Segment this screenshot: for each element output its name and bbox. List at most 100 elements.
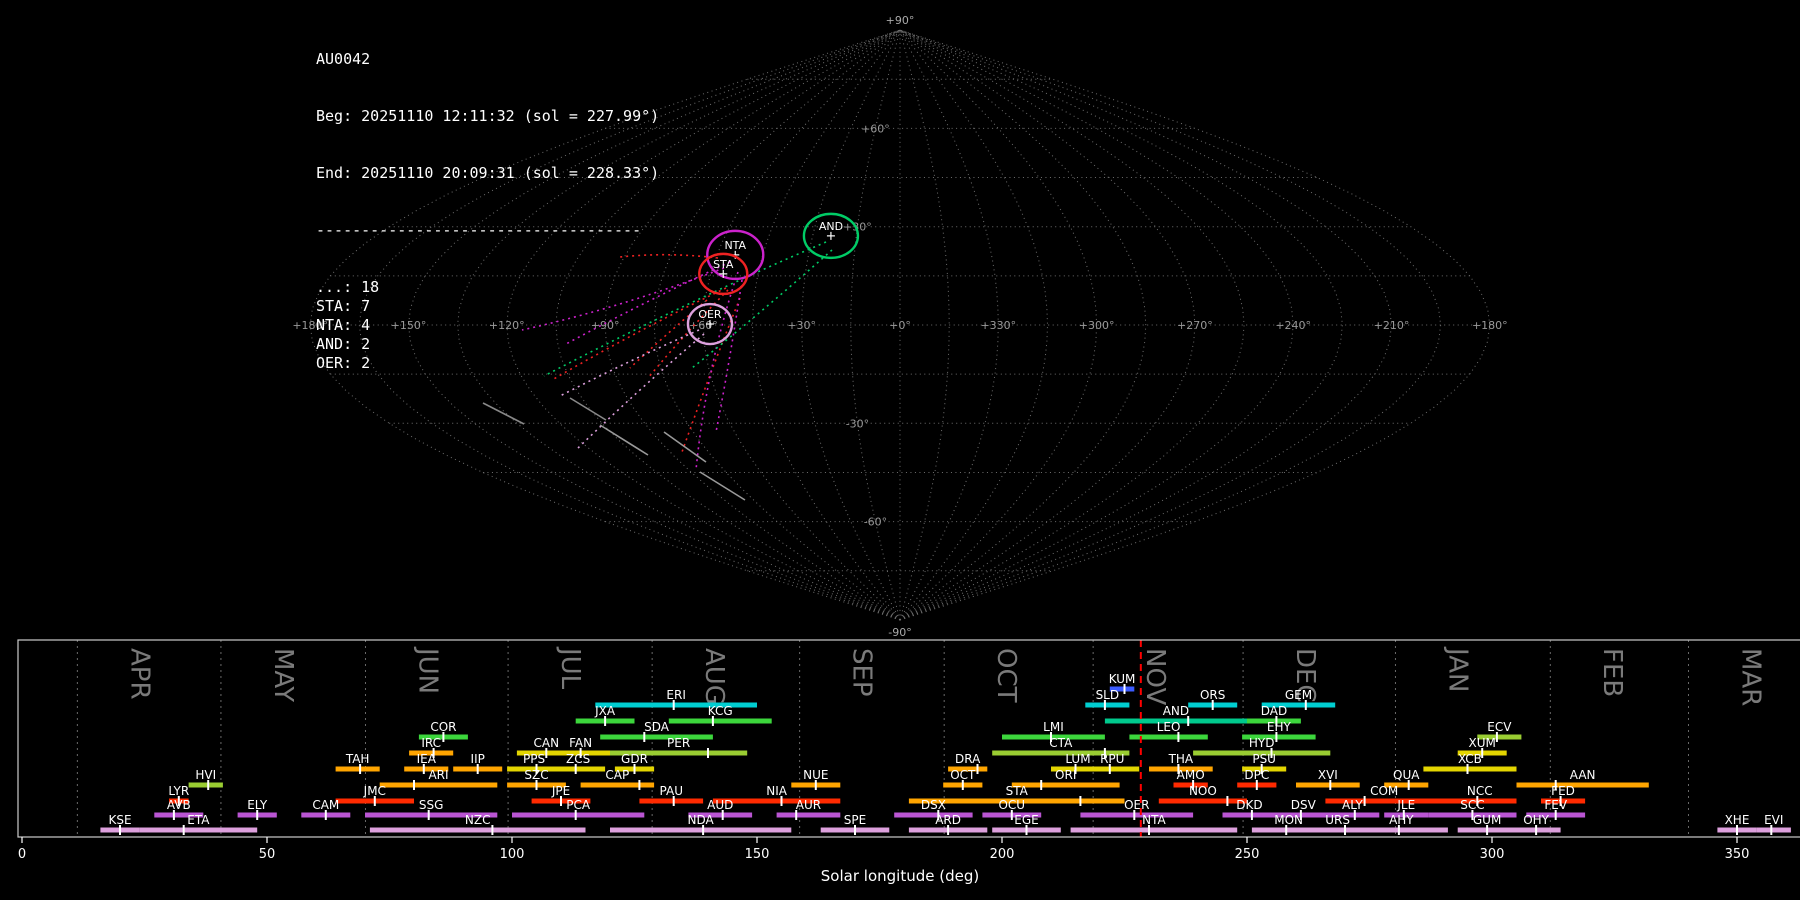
- equator-longitude-label: +300°: [1079, 319, 1115, 332]
- shower-label-PER: PER: [667, 736, 690, 750]
- radiant-label-AND: AND: [819, 220, 843, 233]
- obs-end: End: 20251110 20:09:31 (sol = 228.33°): [316, 164, 660, 182]
- meteor-trail: [695, 271, 739, 471]
- shower-label-MON: MON: [1274, 813, 1303, 827]
- shower-bar-ORI: [1011, 782, 1120, 788]
- north-pole-label: +90°: [886, 14, 915, 27]
- shower-label-SCC: SCC: [1460, 798, 1484, 812]
- x-tick-label: 100: [500, 847, 525, 862]
- shower-label-DRA: DRA: [955, 752, 981, 766]
- shower-label-THA: THA: [1168, 752, 1194, 766]
- shower-bar-NOO: [1158, 798, 1247, 804]
- meteor-trail: [599, 424, 649, 456]
- shower-bar-ERI: [595, 702, 757, 708]
- x-tick-label: 300: [1480, 847, 1505, 862]
- shower-label-AMO: AMO: [1177, 768, 1205, 782]
- shower-label-DAD: DAD: [1261, 704, 1287, 718]
- month-label-JUN: JUN: [412, 646, 442, 694]
- shower-peak-ETA: [182, 825, 185, 835]
- shower-bar-SLD: [1085, 702, 1130, 708]
- shower-count-line: ...: 18: [316, 278, 380, 296]
- shower-bar-MON: [1251, 827, 1326, 833]
- shower-label-LUM: LUM: [1065, 752, 1090, 766]
- shower-label-EHY: EHY: [1267, 720, 1292, 734]
- shower-label-ELY: ELY: [247, 798, 268, 812]
- shower-label-HVI: HVI: [195, 768, 216, 782]
- shower-label-FED: FED: [1551, 784, 1575, 798]
- shower-label-SDA: SDA: [644, 720, 670, 734]
- shower-label-OCT: OCT: [950, 768, 976, 782]
- shower-peak-PER: [707, 748, 709, 758]
- shower-label-EGE: EGE: [1014, 813, 1038, 827]
- shower-label-DSX: DSX: [921, 798, 946, 812]
- shower-label-STA: STA: [1006, 784, 1029, 798]
- month-label-APR: APR: [124, 648, 154, 700]
- meteor-trail: [699, 471, 746, 501]
- latitude-label: +60°: [861, 122, 890, 135]
- month-label-SEP: SEP: [847, 648, 877, 697]
- shower-bar-AHY: [1354, 827, 1448, 833]
- shower-label-ECV: ECV: [1487, 720, 1512, 734]
- shower-bar-EVI: [1756, 827, 1791, 833]
- x-tick-label: 200: [990, 847, 1015, 862]
- shower-label-EVI: EVI: [1764, 813, 1783, 827]
- shower-label-FEV: FEV: [1544, 798, 1567, 812]
- shower-label-XUM: XUM: [1469, 736, 1496, 750]
- shower-bar-URS: [1315, 827, 1360, 833]
- shower-peak-CAP: [638, 780, 641, 790]
- shower-label-JMC: JMC: [363, 784, 386, 798]
- shower-label-AHY: AHY: [1389, 813, 1414, 827]
- shower-peak-ARI: [413, 780, 415, 790]
- shower-label-IRC: IRC: [421, 736, 441, 750]
- shower-label-SSG: SSG: [419, 798, 444, 812]
- shower-bar-HVI: [188, 782, 223, 788]
- shower-label-LEO: LEO: [1157, 720, 1181, 734]
- shower-label-ZCS: ZCS: [566, 752, 590, 766]
- shower-label-ALY: ALY: [1342, 798, 1363, 812]
- shower-label-SPE: SPE: [844, 813, 866, 827]
- equator-longitude-label: +180°: [1472, 319, 1508, 332]
- shower-bar-CAP: [580, 782, 655, 788]
- shower-label-AND: AND: [1163, 704, 1189, 718]
- shower-label-AVB: AVB: [167, 798, 191, 812]
- shower-label-AUD: AUD: [707, 798, 733, 812]
- shower-bar-XCB: [1423, 766, 1517, 772]
- shower-label-OHY: OHY: [1523, 813, 1549, 827]
- shower-label-JLE: JLE: [1396, 798, 1415, 812]
- shower-bar-PCA: [512, 812, 645, 818]
- shower-peak-ORI: [1040, 780, 1043, 790]
- shower-label-NDA: NDA: [688, 813, 715, 827]
- x-tick-label: 350: [1725, 847, 1750, 862]
- shower-label-CAP: CAP: [605, 768, 629, 782]
- shower-label-KSE: KSE: [108, 813, 131, 827]
- shower-label-ERI: ERI: [666, 688, 685, 702]
- shower-label-JXA: JXA: [594, 704, 616, 718]
- radiant-label-STA: STA: [713, 258, 734, 271]
- shower-label-DSV: DSV: [1291, 798, 1317, 812]
- shower-label-AUR: AUR: [796, 798, 821, 812]
- shower-label-NOO: NOO: [1189, 784, 1217, 798]
- shower-bar-TAH: [335, 766, 380, 772]
- shower-bar-AAN: [1516, 782, 1649, 788]
- station-id: AU0042: [316, 50, 371, 68]
- shower-label-QUA: QUA: [1393, 768, 1420, 782]
- shower-label-IIP: IIP: [471, 752, 485, 766]
- month-label-AUG: AUG: [699, 648, 729, 705]
- shower-peak-NOO: [1226, 796, 1229, 806]
- shower-label-ORI: ORI: [1055, 768, 1076, 782]
- shower-label-TAH: TAH: [345, 752, 370, 766]
- south-pole-label: -90°: [888, 626, 911, 639]
- month-label-JAN: JAN: [1442, 646, 1472, 692]
- shower-label-CAN: CAN: [534, 736, 560, 750]
- shower-label-NCC: NCC: [1467, 784, 1493, 798]
- shower-bar-XVI: [1296, 782, 1360, 788]
- observation-info: AU0042 Beg: 20251110 12:11:32 (sol = 227…: [316, 12, 659, 411]
- shower-bar-ARI: [379, 782, 498, 788]
- shower-label-ORS: ORS: [1200, 688, 1225, 702]
- shower-label-RPU: RPU: [1100, 752, 1124, 766]
- shower-label-ARD: ARD: [935, 813, 961, 827]
- shower-label-PCA: PCA: [566, 798, 591, 812]
- shower-label-JPE: JPE: [551, 784, 570, 798]
- shower-label-IEA: IEA: [417, 752, 437, 766]
- shower-label-LMI: LMI: [1043, 720, 1064, 734]
